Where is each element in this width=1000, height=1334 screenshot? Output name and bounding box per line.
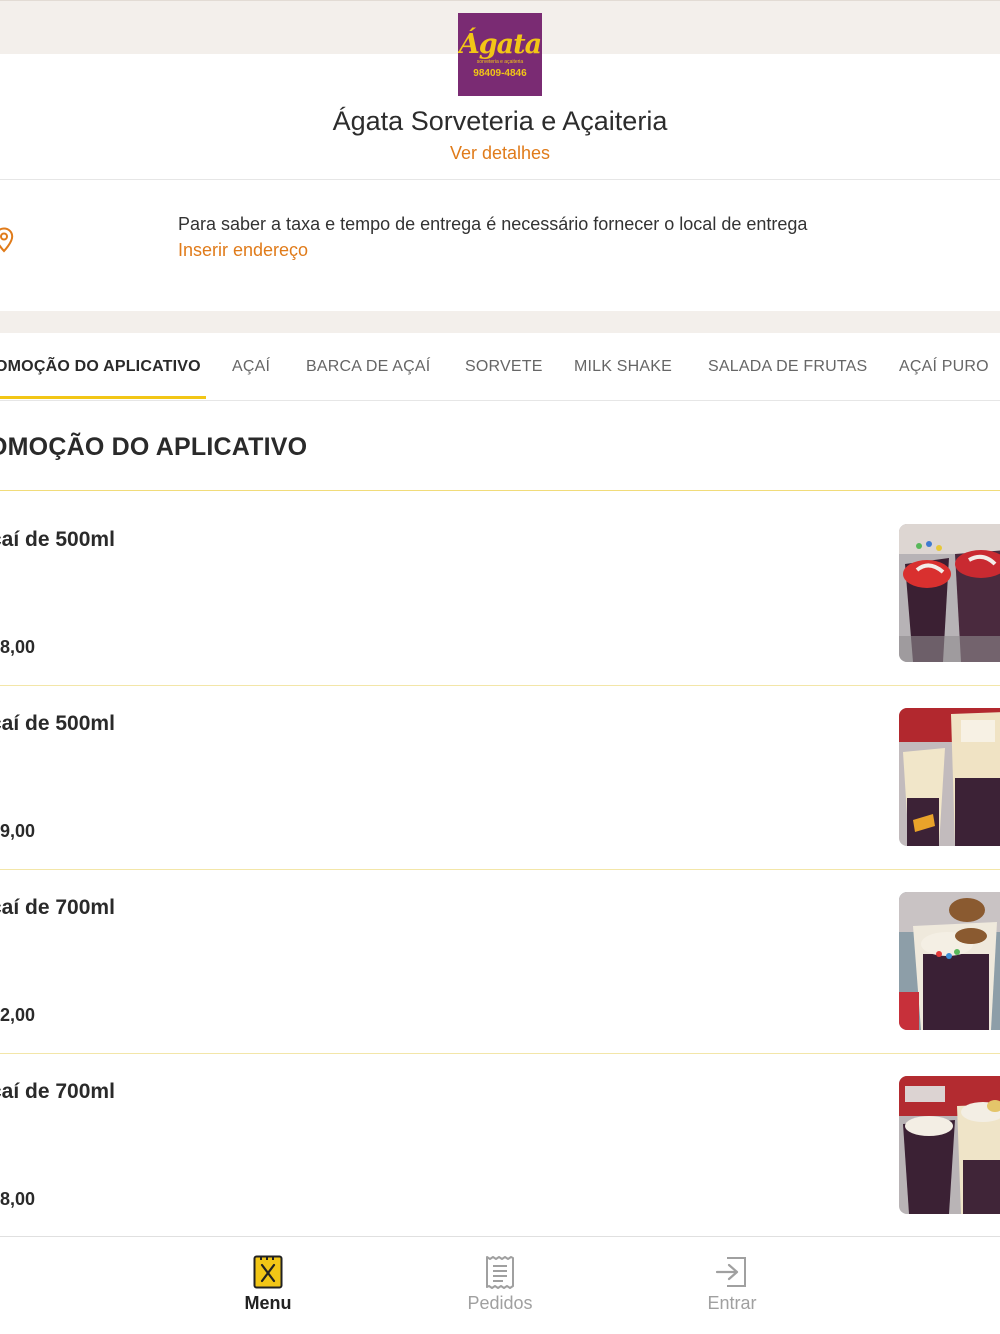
item-name[interactable]: çaí de 500ml xyxy=(0,712,115,736)
item-name[interactable]: çaí de 500ml xyxy=(0,528,115,552)
item-name[interactable]: çaí de 700ml xyxy=(0,896,115,920)
separator-band xyxy=(0,311,1000,333)
nav-menu-label[interactable]: Menu xyxy=(208,1293,328,1314)
logo-script-text: Ágata xyxy=(458,29,542,60)
tab-promocao[interactable]: OMOÇÃO DO APLICATIVO xyxy=(0,358,201,376)
item-name[interactable]: çaí de 700ml xyxy=(0,1080,115,1104)
item-photo[interactable] xyxy=(899,1076,1000,1214)
section-divider xyxy=(0,490,1000,491)
item-photo[interactable] xyxy=(899,892,1000,1030)
delivery-info-text: Para saber a taxa e tempo de entrega é n… xyxy=(178,214,808,234)
item-price: 39,00 xyxy=(0,821,36,841)
section-title: OMOÇÃO DO APLICATIVO xyxy=(0,433,308,461)
active-tab-indicator xyxy=(0,396,206,399)
nav-pedidos-label[interactable]: Pedidos xyxy=(440,1293,560,1314)
details-link[interactable]: Ver detalhes xyxy=(0,143,1000,164)
tab-acai[interactable]: AÇAÍ xyxy=(232,358,270,376)
menu-icon[interactable] xyxy=(253,1255,283,1289)
store-name: Ágata Sorveteria e Açaiteria xyxy=(332,106,668,136)
tab-milk-shake[interactable]: MILK SHAKE xyxy=(574,358,672,376)
store-logo: Ágata sorveteria e açaiteria 98409-4846 xyxy=(458,13,542,96)
item-photo[interactable] xyxy=(899,708,1000,846)
item-divider xyxy=(0,869,1000,870)
receipt-icon[interactable] xyxy=(485,1255,515,1289)
item-price: 48,00 xyxy=(0,1189,36,1209)
logo-subtitle: sorveteria e açaiteria xyxy=(476,59,524,65)
address-box xyxy=(0,181,1000,311)
tab-salada-de-frutas[interactable]: SALADA DE FRUTAS xyxy=(708,358,867,376)
item-price: 28,00 xyxy=(0,637,36,657)
tab-acai-puro[interactable]: AÇAÍ PURO xyxy=(899,358,989,376)
tab-barca-de-acai[interactable]: BARCA DE AÇAÍ xyxy=(306,358,430,376)
item-price: 32,00 xyxy=(0,1005,36,1025)
item-photo[interactable] xyxy=(899,524,1000,662)
login-icon[interactable] xyxy=(715,1255,749,1289)
insert-address-link[interactable]: Inserir endereço xyxy=(178,240,308,261)
item-divider xyxy=(0,685,1000,686)
tab-sorvete[interactable]: SORVETE xyxy=(465,358,543,376)
logo-phone: 98409-4846 xyxy=(473,68,527,79)
location-pin-icon xyxy=(0,227,14,253)
nav-entrar-label[interactable]: Entrar xyxy=(672,1293,792,1314)
item-divider xyxy=(0,1053,1000,1054)
